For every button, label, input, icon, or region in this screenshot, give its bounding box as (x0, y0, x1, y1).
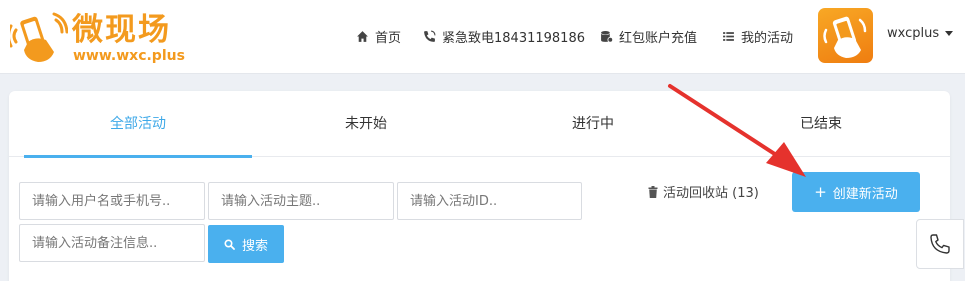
search-icon (224, 238, 235, 250)
activity-id-input[interactable] (397, 182, 582, 220)
nav-hotline-label: 紧急致电18431198186 (442, 30, 585, 46)
logo-hand-phone-icon (10, 12, 68, 62)
tab-all[interactable]: 全部活动 (24, 91, 252, 158)
nav-my-activities-label: 我的活动 (741, 30, 794, 46)
phone-icon (930, 234, 950, 254)
recycle-bin-link[interactable]: 活动回收站 (13) (648, 182, 759, 201)
top-navbar: 微现场 www.wxc.plus 首页 紧急致电18431198186 红包账户… (0, 0, 965, 74)
site-logo[interactable]: 微现场 www.wxc.plus (10, 10, 190, 66)
status-tabs: 全部活动 未开始 进行中 已结束 (9, 91, 950, 158)
nav-home[interactable]: 首页 (356, 26, 401, 46)
tab-ended[interactable]: 已结束 (707, 91, 935, 157)
database-icon (601, 30, 613, 43)
remark-search-input[interactable] (19, 224, 205, 262)
nav-my-activities[interactable]: 我的活动 (722, 26, 793, 46)
search-button[interactable]: 搜索 (208, 225, 284, 263)
activity-panel: 全部活动 未开始 进行中 已结束 搜索 活动回收站 (13) + 创建新活动 (9, 91, 950, 281)
tab-not-started[interactable]: 未开始 (252, 91, 480, 157)
nav-recharge-label: 红包账户充值 (619, 30, 698, 46)
avatar-hand-phone-icon (823, 16, 867, 58)
plus-icon: + (814, 183, 827, 201)
floating-call-button[interactable] (916, 219, 964, 269)
username-search-input[interactable] (19, 182, 205, 220)
username: wxcplus (887, 26, 940, 41)
home-icon (357, 30, 368, 42)
nav-recharge[interactable]: 红包账户充值 (600, 26, 697, 46)
logo-title: 微现场 (72, 12, 171, 48)
create-activity-label: 创建新活动 (832, 186, 898, 202)
user-menu[interactable]: wxcplus (887, 26, 954, 41)
logo-url: www.wxc.plus (73, 48, 185, 64)
tab-in-progress[interactable]: 进行中 (479, 91, 707, 157)
list-icon (723, 31, 734, 41)
search-button-label: 搜索 (241, 238, 268, 254)
create-activity-button[interactable]: + 创建新活动 (792, 172, 920, 212)
phone-icon (424, 30, 436, 42)
topic-search-input[interactable] (208, 182, 394, 220)
caret-down-icon (945, 31, 954, 36)
nav-home-label: 首页 (375, 30, 402, 46)
trash-icon (648, 185, 658, 198)
avatar[interactable] (818, 8, 873, 63)
recycle-bin-label: 活动回收站 (13) (663, 186, 759, 201)
nav-hotline[interactable]: 紧急致电18431198186 (423, 26, 585, 46)
